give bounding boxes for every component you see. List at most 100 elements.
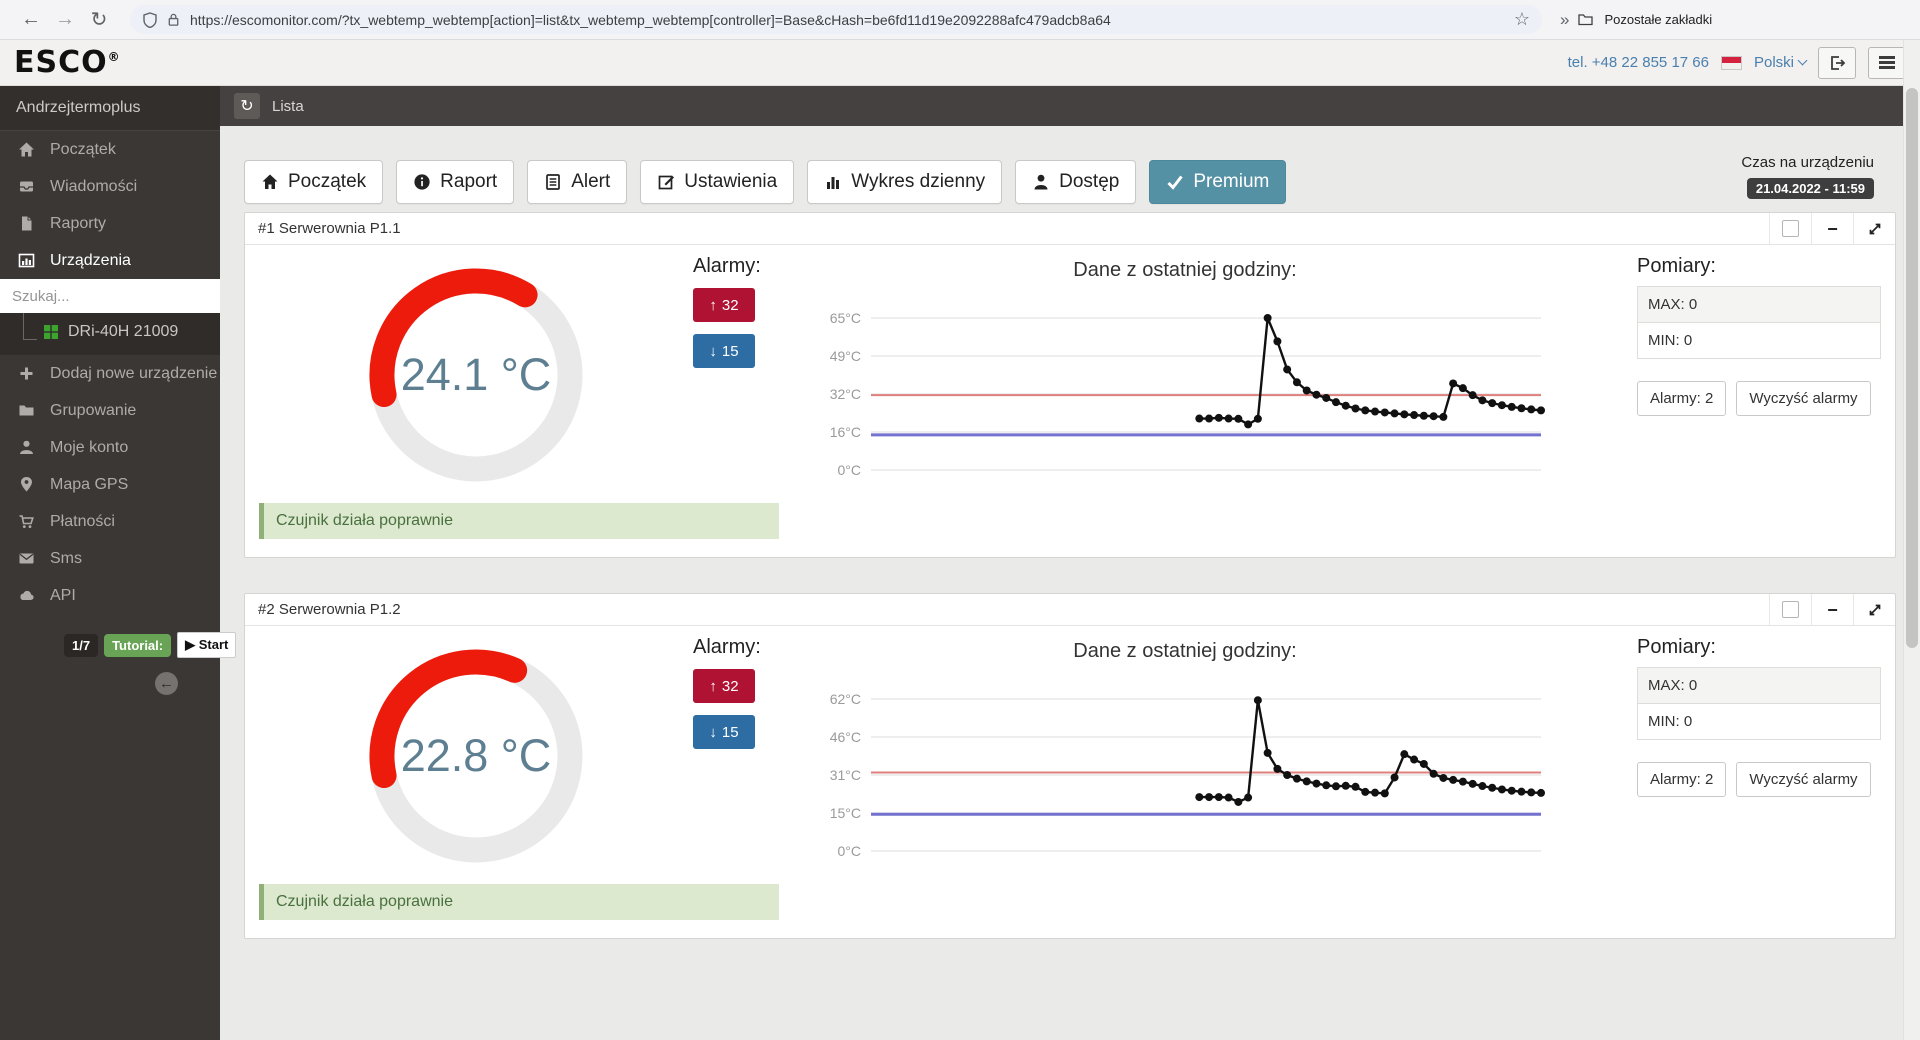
sensor-status: Czujnik działa poprawnie — [259, 884, 779, 920]
sidebar-item-grupowanie[interactable]: Grupowanie — [0, 392, 220, 429]
panel-checkbox[interactable] — [1782, 220, 1799, 237]
svg-text:32°C: 32°C — [830, 386, 861, 402]
bar-chart-icon — [18, 253, 35, 268]
panel-select-cell[interactable] — [1769, 594, 1811, 625]
shield-icon — [143, 11, 157, 28]
sidebar-item-platnosci[interactable]: Płatności — [0, 503, 220, 540]
sidebar-item-mapa-gps[interactable]: Mapa GPS — [0, 466, 220, 503]
arrow-left-icon: ← — [159, 675, 174, 692]
inbox-icon — [20, 181, 33, 192]
url-text: https://escomonitor.com/?tx_webtemp_webt… — [190, 11, 1111, 28]
panel-title: #2 Serwerownia P1.2 — [258, 601, 401, 618]
panel-header: #2 Serwerownia P1.2 − — [245, 594, 1895, 626]
sidebar-item-raporty[interactable]: Raporty — [0, 205, 220, 242]
bookmark-star-icon[interactable]: ☆ — [1514, 9, 1530, 30]
tab-ustawienia[interactable]: Ustawienia — [640, 160, 795, 204]
svg-text:0°C: 0°C — [838, 843, 862, 859]
device-grid-icon — [44, 325, 58, 339]
temperature-chart: 62°C 46°C 31°C 15°C 0°C — [830, 691, 1545, 859]
browser-back-icon[interactable]: ← — [14, 8, 48, 31]
edit-icon — [658, 175, 675, 190]
max-row: MAX: 0 — [1638, 287, 1880, 323]
clear-alarms-button[interactable]: Wyczyść alarmy — [1736, 381, 1871, 416]
tab-dostep[interactable]: Dostęp — [1015, 160, 1137, 204]
account-name: Andrzejtermoplus — [0, 86, 220, 131]
svg-text:65°C: 65°C — [830, 310, 861, 326]
lock-icon — [168, 13, 179, 26]
chart-title: Dane z ostatniej godziny: — [1073, 640, 1297, 662]
bookmarks-folder-icon[interactable] — [1577, 12, 1594, 27]
alarm-high-button[interactable]: ↑ 32 — [693, 288, 755, 322]
panel-expand-button[interactable] — [1853, 213, 1895, 244]
content: Czas na urządzeniu 21.04.2022 - 11:59 Po… — [220, 126, 1920, 1040]
sidebar-item-moje-konto[interactable]: Moje konto — [0, 429, 220, 466]
alarms-label: Alarmy: — [693, 636, 761, 658]
cart-icon — [19, 515, 34, 528]
cloud-icon — [20, 590, 34, 600]
tab-bar: Początek Raport Alert Ustawienia Wykres … — [244, 160, 1896, 204]
file-icon — [22, 216, 32, 231]
panel-select-cell[interactable] — [1769, 213, 1811, 244]
chart-title: Dane z ostatniej godziny: — [1073, 259, 1297, 281]
temperature-value: 22.8 °C — [400, 730, 552, 781]
menu-button[interactable] — [1868, 46, 1906, 79]
tutorial-label-badge: Tutorial: — [104, 633, 172, 657]
panel-checkbox[interactable] — [1782, 601, 1799, 618]
breadcrumb-bar: ↻ Lista — [220, 86, 1920, 126]
clear-alarms-button[interactable]: Wyczyść alarmy — [1736, 762, 1871, 797]
hamburger-icon — [1879, 54, 1895, 72]
search-input[interactable] — [0, 279, 220, 313]
device-clock-value: 21.04.2022 - 11:59 — [1746, 178, 1874, 199]
play-icon: ▶ — [185, 637, 196, 652]
alarm-count-button[interactable]: Alarmy: 2 — [1637, 762, 1727, 797]
logout-button[interactable] — [1818, 46, 1856, 79]
language-selector[interactable]: Polski — [1754, 54, 1808, 71]
scrollbar-thumb[interactable] — [1906, 88, 1918, 648]
refresh-button[interactable]: ↻ — [234, 93, 260, 119]
poland-flag-icon — [1720, 55, 1742, 70]
sidebar-item-poczatek[interactable]: Początek — [0, 131, 220, 168]
panel-collapse-button[interactable]: − — [1811, 594, 1853, 625]
sidebar-item-sms[interactable]: Sms — [0, 540, 220, 577]
alarm-low-button[interactable]: ↓ 15 — [693, 334, 755, 368]
device-clock: Czas na urządzeniu 21.04.2022 - 11:59 — [1741, 154, 1874, 199]
max-row: MAX: 0 — [1638, 668, 1880, 704]
bookmarks-bar-label[interactable]: Pozostałe zakładki — [1604, 12, 1712, 27]
sidebar-item-urzadzenia[interactable]: Urządzenia — [0, 242, 220, 279]
tab-poczatek[interactable]: Początek — [244, 160, 384, 204]
sidebar-item-api[interactable]: API — [0, 577, 220, 614]
tab-wykres-dzienny[interactable]: Wykres dzienny — [807, 160, 1003, 204]
extensions-overflow-icon[interactable]: » — [1560, 10, 1570, 30]
tab-raport[interactable]: Raport — [396, 160, 515, 204]
bars-icon — [827, 177, 840, 189]
sidebar-item-dodaj-urzadzenie[interactable]: Dodaj nowe urządzenie — [0, 355, 220, 392]
device-panel-2: #2 Serwerownia P1.2 − 22.8 °C Alarmy: ↑ … — [244, 593, 1896, 939]
measurements-column: Pomiary: MAX: 0 MIN: 0 Alarmy: 2 Wyczyść… — [1637, 253, 1881, 416]
alarm-low-button[interactable]: ↓ 15 — [693, 715, 755, 749]
refresh-icon: ↻ — [240, 98, 254, 115]
sidebar-collapse-button[interactable]: ← — [155, 672, 178, 695]
svg-text:0°C: 0°C — [838, 462, 862, 478]
panel-collapse-button[interactable]: − — [1811, 213, 1853, 244]
sidebar-item-wiadomosci[interactable]: Wiadomości — [0, 168, 220, 205]
user-icon — [20, 440, 33, 454]
chart-column: Dane z ostatniej godziny: 65°C 49°C 32°C 16… — [815, 253, 1555, 505]
panel-expand-button[interactable] — [1853, 594, 1895, 625]
alarm-count-button[interactable]: Alarmy: 2 — [1637, 381, 1727, 416]
arrow-up-icon: ↑ — [709, 677, 717, 695]
sensor-status: Czujnik działa poprawnie — [259, 503, 779, 539]
measurements-label: Pomiary: — [1637, 255, 1716, 277]
measurements-table: MAX: 0 MIN: 0 — [1637, 667, 1881, 740]
browser-reload-icon[interactable]: ↻ — [82, 7, 116, 32]
screen: ← → ↻ https://escomonitor.com/?tx_webtem… — [0, 0, 1920, 1040]
address-bar[interactable]: https://escomonitor.com/?tx_webtemp_webt… — [130, 5, 1542, 34]
phone-link[interactable]: tel. +48 22 855 17 66 — [1568, 54, 1709, 71]
browser-forward-icon[interactable]: → — [48, 8, 82, 31]
minus-icon: − — [1827, 599, 1838, 620]
tab-premium[interactable]: Premium — [1149, 160, 1287, 204]
measurements-table: MAX: 0 MIN: 0 — [1637, 286, 1881, 359]
tutorial-row: 1/7 Tutorial: ▶ Start — [64, 632, 237, 658]
plus-icon — [20, 367, 33, 380]
tab-alert[interactable]: Alert — [527, 160, 628, 204]
alarm-high-button[interactable]: ↑ 32 — [693, 669, 755, 703]
